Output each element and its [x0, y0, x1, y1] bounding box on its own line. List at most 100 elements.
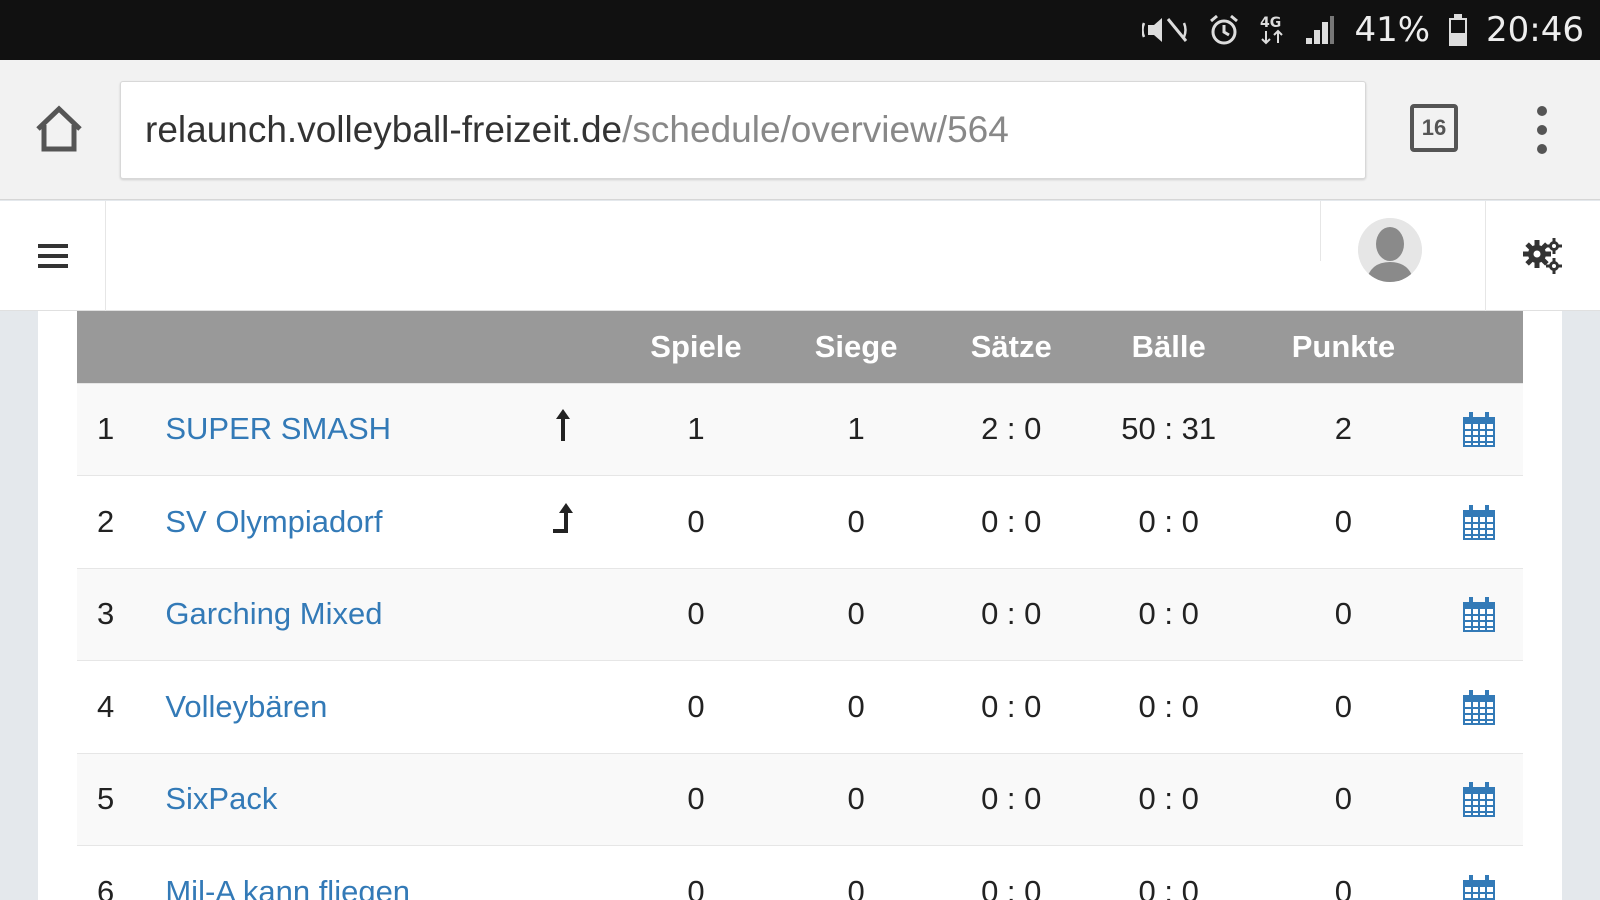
- punkte-cell: 0: [1334, 688, 1353, 724]
- table-header-row: Spiele Siege Sätze Bälle Punkte: [77, 311, 1523, 383]
- trend-cell: [510, 383, 617, 476]
- calendar-button[interactable]: [1435, 568, 1523, 661]
- rank-cell: 3: [97, 596, 115, 632]
- header-trend: [510, 311, 617, 383]
- calendar-button[interactable]: [1435, 661, 1523, 754]
- more-vert-icon[interactable]: [1520, 104, 1564, 156]
- calendar-icon: [1462, 412, 1495, 448]
- trend-cell: [510, 661, 617, 754]
- baelle-cell: 0 : 0: [1138, 781, 1199, 817]
- header-divider: [1320, 201, 1321, 261]
- address-bar[interactable]: relaunch.volleyball-freizeit.de/schedule…: [120, 81, 1366, 179]
- team-link[interactable]: SUPER SMASH: [165, 383, 509, 476]
- trend-cell: [510, 476, 617, 569]
- alarm-icon: [1208, 13, 1240, 47]
- table-row: 6 Mil-A kann fliegen 0 0 0 : 0 0 : 0 0: [77, 845, 1523, 900]
- header-team: [165, 311, 509, 383]
- table-row: 4 Volleybären 0 0 0 : 0 0 : 0 0: [77, 660, 1523, 754]
- punkte-cell: 0: [1334, 596, 1353, 632]
- spiele-cell: 0: [687, 874, 705, 900]
- table-row: 1 SUPER SMASH 1 1 2 : 0 50 : 31 2: [77, 383, 1523, 476]
- header-baelle: Bälle: [1131, 328, 1206, 364]
- saetze-cell: 2 : 0: [981, 411, 1042, 447]
- svg-text:4G: 4G: [1260, 15, 1281, 31]
- calendar-icon: [1462, 874, 1495, 900]
- spiele-cell: 0: [687, 781, 705, 817]
- siege-cell: 0: [847, 688, 865, 724]
- team-link[interactable]: SixPack: [165, 753, 509, 846]
- arrow-up-right-icon: [553, 502, 574, 533]
- header-rank: [77, 311, 165, 383]
- team-link[interactable]: SV Olympiadorf: [165, 476, 509, 569]
- url-path: /schedule/overview/564: [622, 109, 1009, 150]
- battery-icon: [1448, 13, 1468, 47]
- clock: 20:46: [1486, 10, 1584, 50]
- team-link[interactable]: Garching Mixed: [165, 568, 509, 661]
- calendar-button[interactable]: [1435, 476, 1523, 569]
- siege-cell: 1: [847, 411, 865, 447]
- baelle-cell: 0 : 0: [1138, 874, 1199, 900]
- gears-icon: [1523, 238, 1562, 274]
- header-saetze: Sätze: [970, 328, 1052, 364]
- header-punkte: Punkte: [1291, 328, 1396, 364]
- status-indicators: 4G 41% 20:46: [1142, 0, 1584, 60]
- spiele-cell: 1: [687, 411, 705, 447]
- battery-percent: 41%: [1354, 10, 1431, 50]
- punkte-cell: 0: [1334, 781, 1353, 817]
- header-calendar: [1435, 311, 1523, 383]
- settings-button[interactable]: [1485, 201, 1600, 311]
- arrow-up-icon: [556, 409, 571, 442]
- saetze-cell: 0 : 0: [981, 503, 1042, 539]
- trend-cell: [510, 568, 617, 661]
- calendar-button[interactable]: [1435, 846, 1523, 900]
- hamburger-icon[interactable]: [0, 201, 106, 311]
- rank-cell: 2: [97, 503, 115, 539]
- url-host: relaunch.volleyball-freizeit.de: [145, 109, 623, 150]
- signal-icon: [1304, 14, 1336, 46]
- app-header: [0, 201, 1600, 311]
- table-row: 5 SixPack 0 0 0 : 0 0 : 0 0: [77, 753, 1523, 846]
- calendar-icon: [1462, 782, 1495, 818]
- header-siege: Siege: [814, 328, 898, 364]
- table-row: 3 Garching Mixed 0 0 0 : 0 0 : 0 0: [77, 568, 1523, 661]
- tabs-button[interactable]: 16: [1410, 104, 1458, 152]
- header-spiele: Spiele: [650, 328, 742, 364]
- calendar-button[interactable]: [1435, 383, 1523, 476]
- mute-vibrate-icon: [1142, 13, 1190, 47]
- home-button[interactable]: [32, 102, 86, 156]
- punkte-cell: 0: [1334, 503, 1353, 539]
- table-row: 2 SV Olympiadorf 0 0 0 : 0 0 : 0 0: [77, 475, 1523, 569]
- baelle-cell: 50 : 31: [1121, 411, 1217, 447]
- baelle-cell: 0 : 0: [1138, 596, 1199, 632]
- spiele-cell: 0: [687, 596, 705, 632]
- calendar-icon: [1462, 597, 1495, 633]
- rank-cell: 6: [97, 874, 115, 900]
- siege-cell: 0: [847, 503, 865, 539]
- calendar-button[interactable]: [1435, 753, 1523, 846]
- trend-cell: [510, 753, 617, 846]
- team-link[interactable]: Volleybären: [165, 661, 509, 754]
- siege-cell: 0: [847, 596, 865, 632]
- saetze-cell: 0 : 0: [981, 874, 1042, 900]
- rank-cell: 4: [97, 688, 115, 724]
- rank-cell: 5: [97, 781, 115, 817]
- home-icon: [36, 105, 82, 152]
- spiele-cell: 0: [687, 503, 705, 539]
- avatar-icon: [1358, 218, 1422, 282]
- saetze-cell: 0 : 0: [981, 596, 1042, 632]
- browser-toolbar: relaunch.volleyball-freizeit.de/schedule…: [0, 60, 1600, 200]
- tab-count: 16: [1421, 115, 1447, 140]
- punkte-cell: 0: [1334, 874, 1353, 900]
- calendar-icon: [1462, 689, 1495, 725]
- spiele-cell: 0: [687, 688, 705, 724]
- network-4g-icon: 4G: [1258, 13, 1286, 47]
- siege-cell: 0: [847, 874, 865, 900]
- siege-cell: 0: [847, 781, 865, 817]
- avatar[interactable]: [1358, 218, 1422, 282]
- team-link[interactable]: Mil-A kann fliegen: [165, 846, 509, 900]
- calendar-icon: [1462, 504, 1495, 540]
- standings-table: Spiele Siege Sätze Bälle Punkte 1 SUPER S…: [77, 311, 1523, 900]
- baelle-cell: 0 : 0: [1138, 503, 1199, 539]
- rank-cell: 1: [97, 411, 115, 447]
- punkte-cell: 2: [1334, 411, 1353, 447]
